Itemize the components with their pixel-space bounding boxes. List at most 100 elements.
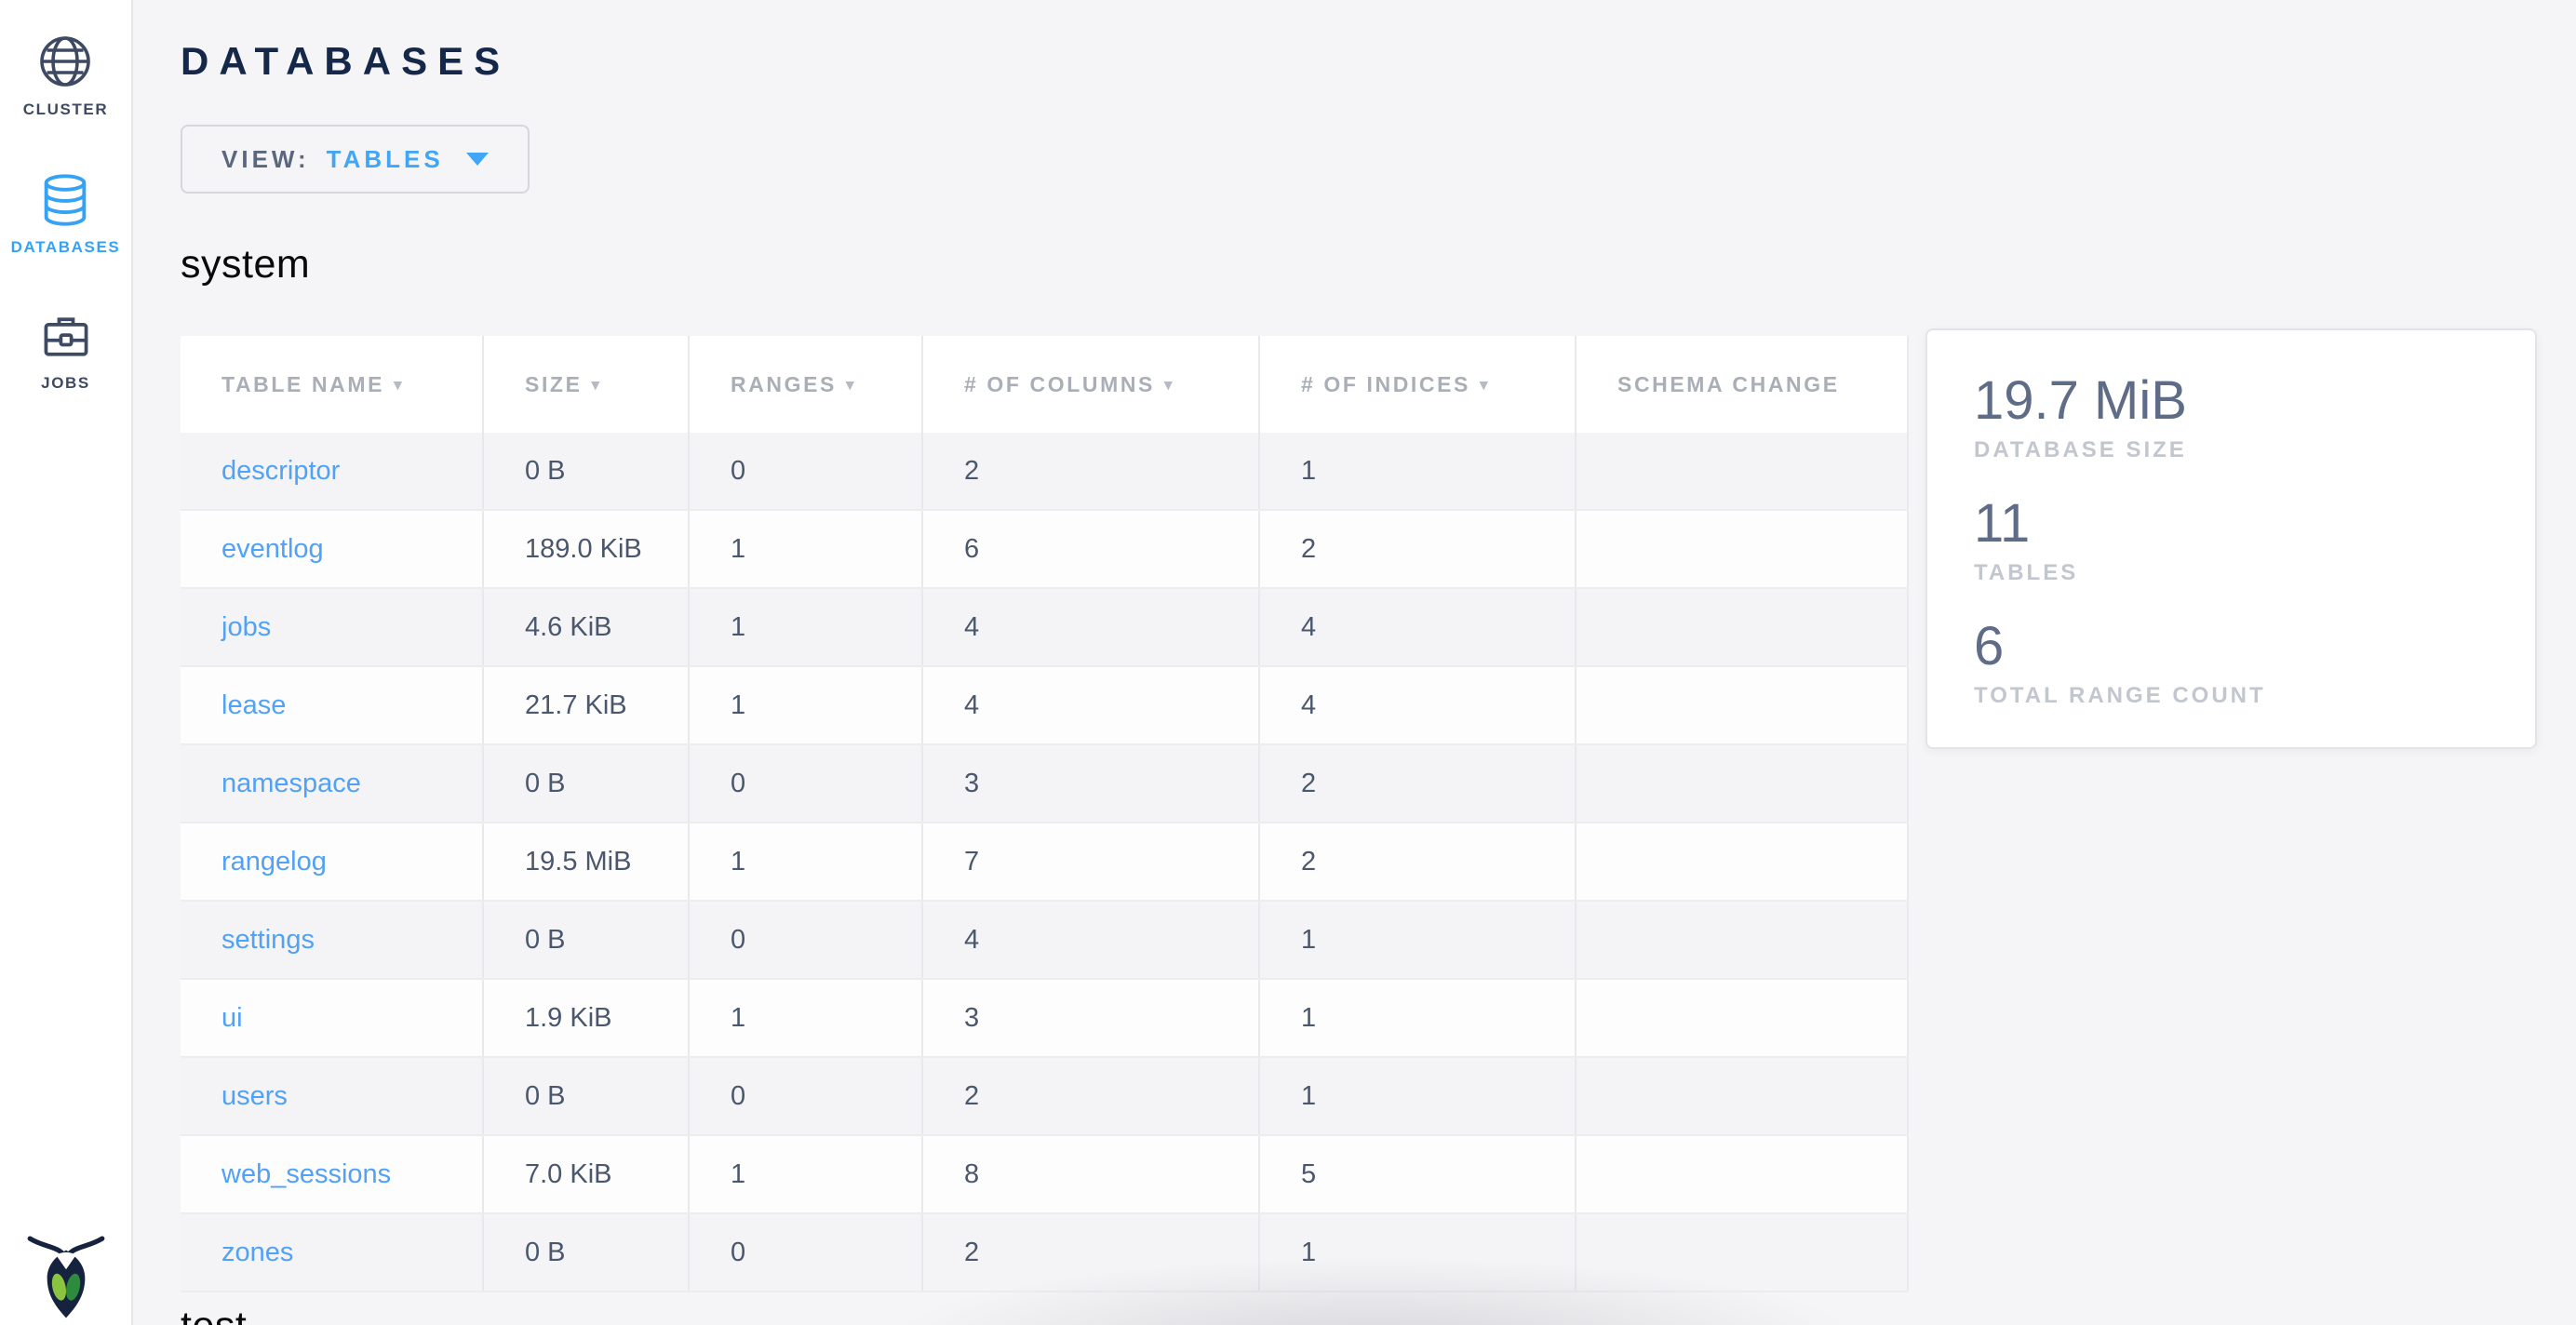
column-header-table-name[interactable]: TABLE NAME▾ [181,336,483,433]
num-columns-cell: 8 [922,1135,1259,1213]
schema-change-cell [1576,510,1908,588]
table-row: eventlog 189.0 KiB 1 6 2 [181,510,1908,588]
schema-change-cell [1576,1057,1908,1135]
table-name-cell: namespace [181,744,483,823]
schema-change-cell [1576,1213,1908,1292]
table-row: ui 1.9 KiB 1 3 1 [181,979,1908,1057]
schema-change-cell [1576,744,1908,823]
table-name-link[interactable]: namespace [221,769,361,798]
num-indices-cell: 5 [1259,1135,1576,1213]
sidebar-item-label: JOBS [41,374,90,393]
table-name-cell: zones [181,1213,483,1292]
table-name-link[interactable]: ui [221,1003,243,1033]
num-indices-cell: 1 [1259,979,1576,1057]
table-name-cell: eventlog [181,510,483,588]
ranges-cell: 0 [689,744,922,823]
view-selector-button[interactable]: VIEW: TABLES [181,125,530,194]
sidebar-item-cluster[interactable]: CLUSTER [23,32,108,119]
database-heading-system: system [181,242,2537,288]
table-name-cell: settings [181,901,483,979]
size-cell: 1.9 KiB [483,979,689,1057]
table-name-cell: users [181,1057,483,1135]
table-row: users 0 B 0 2 1 [181,1057,1908,1135]
sort-arrow-icon: ▾ [1164,376,1174,394]
table-name-cell: lease [181,666,483,744]
column-header-num-indices[interactable]: # OF INDICES▾ [1259,336,1576,433]
table-name-link[interactable]: users [221,1081,288,1111]
table-row: namespace 0 B 0 3 2 [181,744,1908,823]
table-name-cell: web_sessions [181,1135,483,1213]
page-title: DATABASES [181,39,2537,84]
globe-icon [35,32,95,91]
stat-label: TABLES [1974,560,2507,586]
sidebar-nav: CLUSTER DATABASES [0,0,131,445]
size-cell: 0 B [483,1057,689,1135]
ranges-cell: 1 [689,823,922,901]
sidebar-item-label: DATABASES [11,238,121,257]
size-cell: 0 B [483,901,689,979]
table-name-link[interactable]: lease [221,690,286,720]
column-header-size[interactable]: SIZE▾ [483,336,689,433]
cockroachdb-bug-logo[interactable] [23,1225,109,1323]
table-row: jobs 4.6 KiB 1 4 4 [181,588,1908,666]
schema-change-cell [1576,823,1908,901]
num-columns-cell: 3 [922,979,1259,1057]
table-name-link[interactable]: web_sessions [221,1159,391,1189]
table-row: lease 21.7 KiB 1 4 4 [181,666,1908,744]
sort-arrow-icon: ▾ [394,376,404,394]
table-row: descriptor 0 B 0 2 1 [181,433,1908,510]
column-header-num-columns[interactable]: # OF COLUMNS▾ [922,336,1259,433]
table-name-link[interactable]: settings [221,925,315,955]
databases-icon [36,171,94,229]
ranges-cell: 1 [689,666,922,744]
column-header-schema-change: SCHEMA CHANGE [1576,336,1908,433]
sidebar-item-label: CLUSTER [23,100,108,119]
stat-value: 19.7 MiB [1974,371,2507,432]
schema-change-cell [1576,588,1908,666]
database-heading-test: test [181,1304,2537,1325]
briefcase-icon [38,309,94,365]
table-name-cell: jobs [181,588,483,666]
table-name-link[interactable]: eventlog [221,534,324,564]
sidebar-item-databases[interactable]: DATABASES [11,171,121,257]
table-name-link[interactable]: zones [221,1238,293,1267]
ranges-cell: 0 [689,901,922,979]
sidebar: CLUSTER DATABASES [0,0,133,1325]
num-indices-cell: 1 [1259,1213,1576,1292]
stat-label: DATABASE SIZE [1974,437,2507,463]
table-name-cell: rangelog [181,823,483,901]
table-name-link[interactable]: descriptor [221,456,340,486]
schema-change-cell [1576,666,1908,744]
table-name-link[interactable]: rangelog [221,847,327,877]
num-columns-cell: 2 [922,1213,1259,1292]
table-name-link[interactable]: jobs [221,612,271,642]
ranges-cell: 1 [689,588,922,666]
schema-change-cell [1576,901,1908,979]
size-cell: 4.6 KiB [483,588,689,666]
database-summary-card: 19.7 MiB DATABASE SIZE 11 TABLES 6 TOTAL… [1925,328,2537,749]
size-cell: 0 B [483,744,689,823]
chevron-down-icon [466,153,489,166]
num-indices-cell: 2 [1259,744,1576,823]
sort-arrow-icon: ▾ [1480,376,1490,394]
stat-database-size: 19.7 MiB DATABASE SIZE [1974,371,2507,463]
table-row: settings 0 B 0 4 1 [181,901,1908,979]
system-tables-table: TABLE NAME▾ SIZE▾ RANGES▾ # OF COLUMNS▾ … [181,336,1909,1292]
num-indices-cell: 4 [1259,588,1576,666]
view-selector-label: VIEW: [221,145,310,174]
table-name-cell: descriptor [181,433,483,510]
num-columns-cell: 4 [922,901,1259,979]
size-cell: 189.0 KiB [483,510,689,588]
table-header-row: TABLE NAME▾ SIZE▾ RANGES▾ # OF COLUMNS▾ … [181,336,1908,433]
num-columns-cell: 4 [922,666,1259,744]
databases-page: CLUSTER DATABASES [0,0,2576,1325]
ranges-cell: 0 [689,1213,922,1292]
schema-change-cell [1576,1135,1908,1213]
num-columns-cell: 4 [922,588,1259,666]
column-header-ranges[interactable]: RANGES▾ [689,336,922,433]
stat-value: 11 [1974,494,2507,555]
sort-arrow-icon: ▾ [592,376,602,394]
sidebar-item-jobs[interactable]: JOBS [38,309,94,393]
stat-total-range-count: 6 TOTAL RANGE COUNT [1974,617,2507,709]
ranges-cell: 0 [689,1057,922,1135]
